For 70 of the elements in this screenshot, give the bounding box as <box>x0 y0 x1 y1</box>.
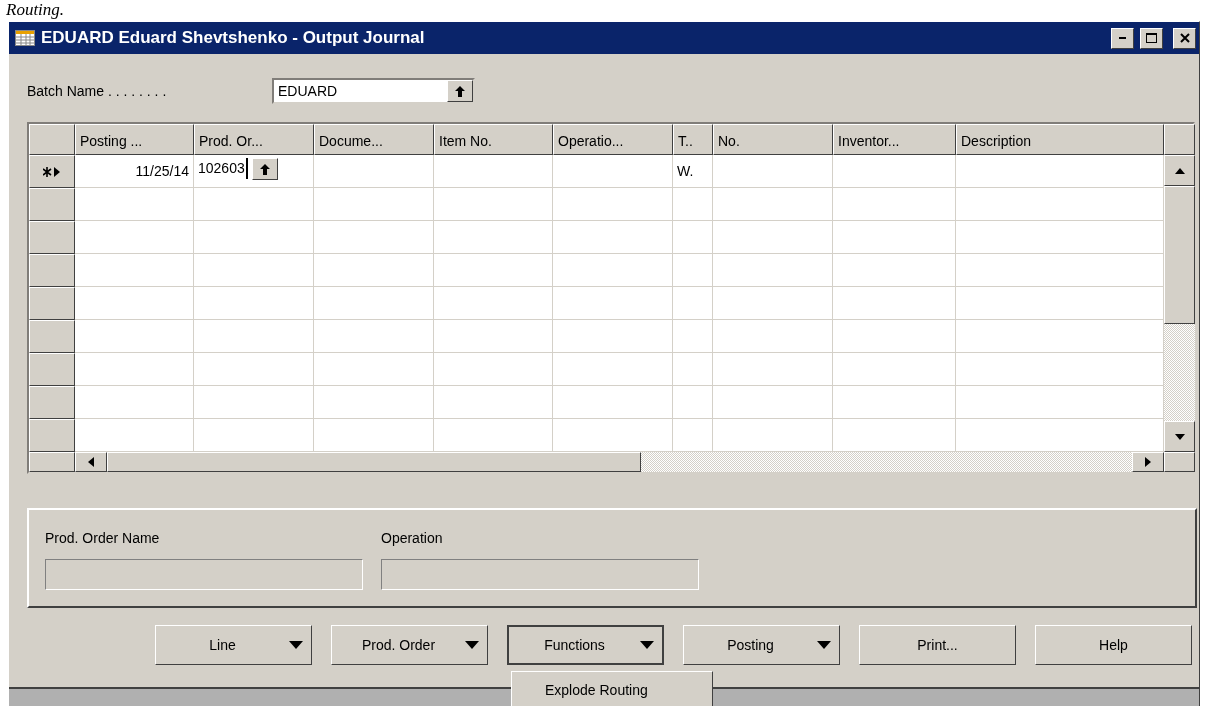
column-header[interactable]: Inventor... <box>833 124 956 155</box>
caret-icon <box>640 641 654 649</box>
row-selector[interactable] <box>29 353 75 386</box>
up-arrow-icon <box>259 163 270 175</box>
minimize-icon <box>1119 37 1126 39</box>
horizontal-scrollbar[interactable] <box>75 452 1164 472</box>
table-cell <box>673 287 713 320</box>
field-label: Batch Name . . . . . . . . <box>27 81 168 101</box>
maximize-button[interactable] <box>1140 27 1163 49</box>
column-header[interactable]: Item No. <box>434 124 553 155</box>
table-cell <box>673 188 713 221</box>
caption-fragment: Routing. <box>5 1 65 19</box>
scroll-down-button[interactable] <box>1164 421 1195 452</box>
down-triangle-icon <box>1174 433 1185 440</box>
table-cell: W. <box>673 155 713 188</box>
row-selector[interactable] <box>29 419 75 452</box>
new-record-marker-icon <box>43 166 61 177</box>
right-triangle-icon <box>1145 457 1151 467</box>
cell-input[interactable]: 102603 <box>194 155 314 188</box>
close-icon <box>1179 33 1190 43</box>
scroll-thumb[interactable] <box>1164 186 1195 324</box>
table-cell <box>673 254 713 287</box>
column-header[interactable]: No. <box>713 124 833 155</box>
column-header[interactable]: Posting ... <box>75 124 194 155</box>
column-header[interactable]: T.. <box>673 124 713 155</box>
menu-button[interactable]: Functions <box>507 625 664 665</box>
field-label: Prod. Order Name <box>45 529 160 548</box>
field-label: Operation <box>381 529 443 548</box>
table-cell <box>673 353 713 386</box>
left-triangle-icon <box>88 457 94 467</box>
column-header[interactable]: Description <box>956 124 1164 155</box>
window-title: EDUARD Eduard Shevtshenko - Output Journal <box>41 27 426 50</box>
table-cell: 11/25/14 <box>75 155 194 188</box>
menu-button[interactable]: Print... <box>859 625 1016 665</box>
caret-icon <box>817 641 831 649</box>
table-cell <box>673 320 713 353</box>
menu-item[interactable]: Explode Routing <box>512 672 648 701</box>
menu-button[interactable]: Prod. Order <box>331 625 488 665</box>
lookup-button[interactable] <box>447 80 473 102</box>
lookup-button[interactable] <box>251 158 278 180</box>
scroll-right-button[interactable] <box>1132 452 1164 472</box>
table-cell <box>673 386 713 419</box>
minimize-button[interactable] <box>1111 27 1134 49</box>
table-cell <box>673 419 713 452</box>
menu-button[interactable]: Help <box>1035 625 1192 665</box>
vertical-scrollbar[interactable] <box>1164 155 1195 452</box>
table-cell <box>673 221 713 254</box>
column-header[interactable]: Operatio... <box>553 124 673 155</box>
scroll-left-button[interactable] <box>75 452 107 472</box>
column-header[interactable]: Prod. Or... <box>194 124 314 155</box>
scroll-thumb[interactable] <box>107 452 641 472</box>
maximize-icon <box>1146 33 1157 43</box>
close-button[interactable] <box>1173 27 1196 49</box>
up-triangle-icon <box>1174 167 1185 174</box>
caret-icon <box>465 641 479 649</box>
row-selector[interactable] <box>29 254 75 287</box>
table-icon <box>15 30 35 46</box>
column-header[interactable]: Docume... <box>314 124 434 155</box>
row-selector[interactable] <box>29 287 75 320</box>
menu-button[interactable]: Line <box>155 625 312 665</box>
row-selector[interactable] <box>29 320 75 353</box>
row-selector[interactable] <box>29 155 75 188</box>
row-selector[interactable] <box>29 188 75 221</box>
row-selector[interactable] <box>29 221 75 254</box>
row-selector[interactable] <box>29 386 75 419</box>
scroll-up-button[interactable] <box>1164 155 1195 186</box>
batch-name-field[interactable]: EDUARD <box>272 78 475 104</box>
up-arrow-icon <box>455 85 465 97</box>
caret-icon <box>289 641 303 649</box>
menu-button[interactable]: Posting <box>683 625 840 665</box>
